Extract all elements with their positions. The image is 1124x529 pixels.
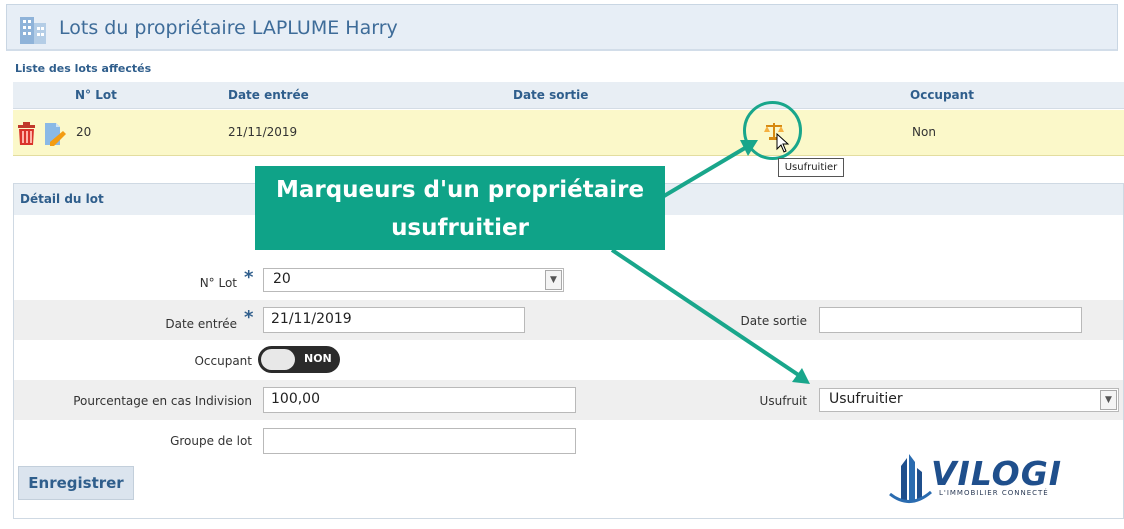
callout-line-1: Marqueurs d'un propriétaire	[275, 177, 645, 203]
vilogi-logo: VILOGI L'IMMOBILIER CONNECTÉ	[887, 452, 1067, 506]
logo-building-icon	[889, 454, 932, 503]
logo-word: VILOGI	[931, 454, 1063, 493]
logo-tagline: L'IMMOBILIER CONNECTÉ	[939, 489, 1049, 497]
annotation-arrows	[610, 140, 810, 384]
callout-line-2: usufruitier	[391, 215, 529, 241]
annotation-callout: Marqueurs d'un propriétaire usufruitier	[255, 166, 665, 250]
